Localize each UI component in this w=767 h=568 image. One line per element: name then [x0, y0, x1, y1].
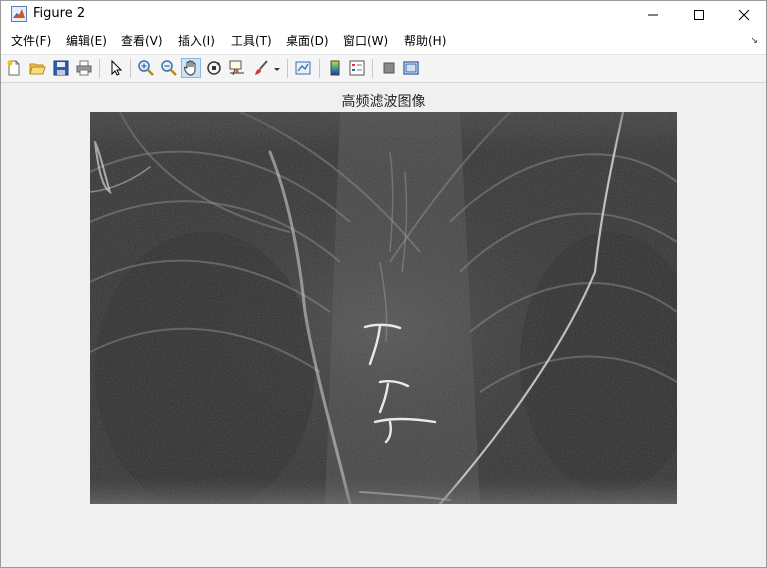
close-button[interactable] — [721, 1, 767, 28]
toolbar-separator — [287, 59, 288, 78]
toolbar-separator — [372, 59, 373, 78]
menu-file[interactable]: 文件(F) — [11, 34, 51, 49]
title-bar[interactable]: Figure 2 — [1, 1, 766, 28]
minimize-button[interactable] — [630, 1, 676, 28]
menu-window[interactable]: 窗口(W) — [343, 34, 388, 49]
maximize-button[interactable] — [676, 1, 722, 28]
toolbar-separator — [319, 59, 320, 78]
zoom-in-icon[interactable] — [137, 59, 155, 77]
window-title: Figure 2 — [33, 6, 86, 21]
menu-view[interactable]: 查看(V) — [121, 34, 163, 49]
show-plot-tools-icon[interactable] — [402, 59, 420, 77]
filtered-xray-image — [90, 112, 677, 504]
menu-edit[interactable]: 编辑(E) — [66, 34, 107, 49]
menu-bar: 文件(F) 编辑(E) 查看(V) 插入(I) 工具(T) 桌面(D) 窗口(W… — [1, 28, 766, 55]
colorbar-icon[interactable] — [326, 59, 344, 77]
close-icon — [738, 9, 750, 20]
brush-dropdown-icon[interactable] — [273, 59, 281, 77]
figure-toolbar — [1, 55, 766, 83]
open-file-icon[interactable] — [28, 59, 46, 77]
zoom-out-icon[interactable] — [160, 59, 178, 77]
figure-canvas[interactable]: 高频滤波图像 — [1, 83, 766, 567]
new-figure-icon[interactable] — [5, 59, 23, 77]
brush-icon[interactable] — [252, 59, 270, 77]
toolbar-separator — [99, 59, 100, 78]
legend-icon[interactable] — [348, 59, 366, 77]
toolbar-separator — [130, 59, 131, 78]
menu-help[interactable]: 帮助(H) — [404, 34, 446, 49]
dock-arrow-icon[interactable]: ↘ — [750, 36, 758, 46]
menu-tools[interactable]: 工具(T) — [231, 34, 272, 49]
data-cursor-icon[interactable] — [228, 59, 246, 77]
image-axes[interactable] — [90, 112, 677, 504]
menu-desktop[interactable]: 桌面(D) — [286, 34, 329, 49]
figure-window: Figure 2 文件(F) 编辑(E) 查看(V) 插入(I) 工具(T) 桌… — [0, 0, 767, 568]
rotate-3d-icon[interactable] — [205, 59, 223, 77]
print-icon[interactable] — [75, 59, 93, 77]
hide-plot-tools-icon[interactable] — [380, 59, 398, 77]
pan-hand-icon[interactable] — [181, 58, 201, 78]
save-icon[interactable] — [52, 59, 70, 77]
plot-title: 高频滤波图像 — [341, 94, 426, 110]
edit-plot-arrow-icon[interactable] — [107, 59, 125, 77]
menu-insert[interactable]: 插入(I) — [178, 34, 215, 49]
maximize-icon — [694, 9, 704, 20]
link-plot-icon[interactable] — [294, 59, 312, 77]
minimize-icon — [648, 14, 658, 15]
matlab-logo-icon — [11, 6, 27, 22]
